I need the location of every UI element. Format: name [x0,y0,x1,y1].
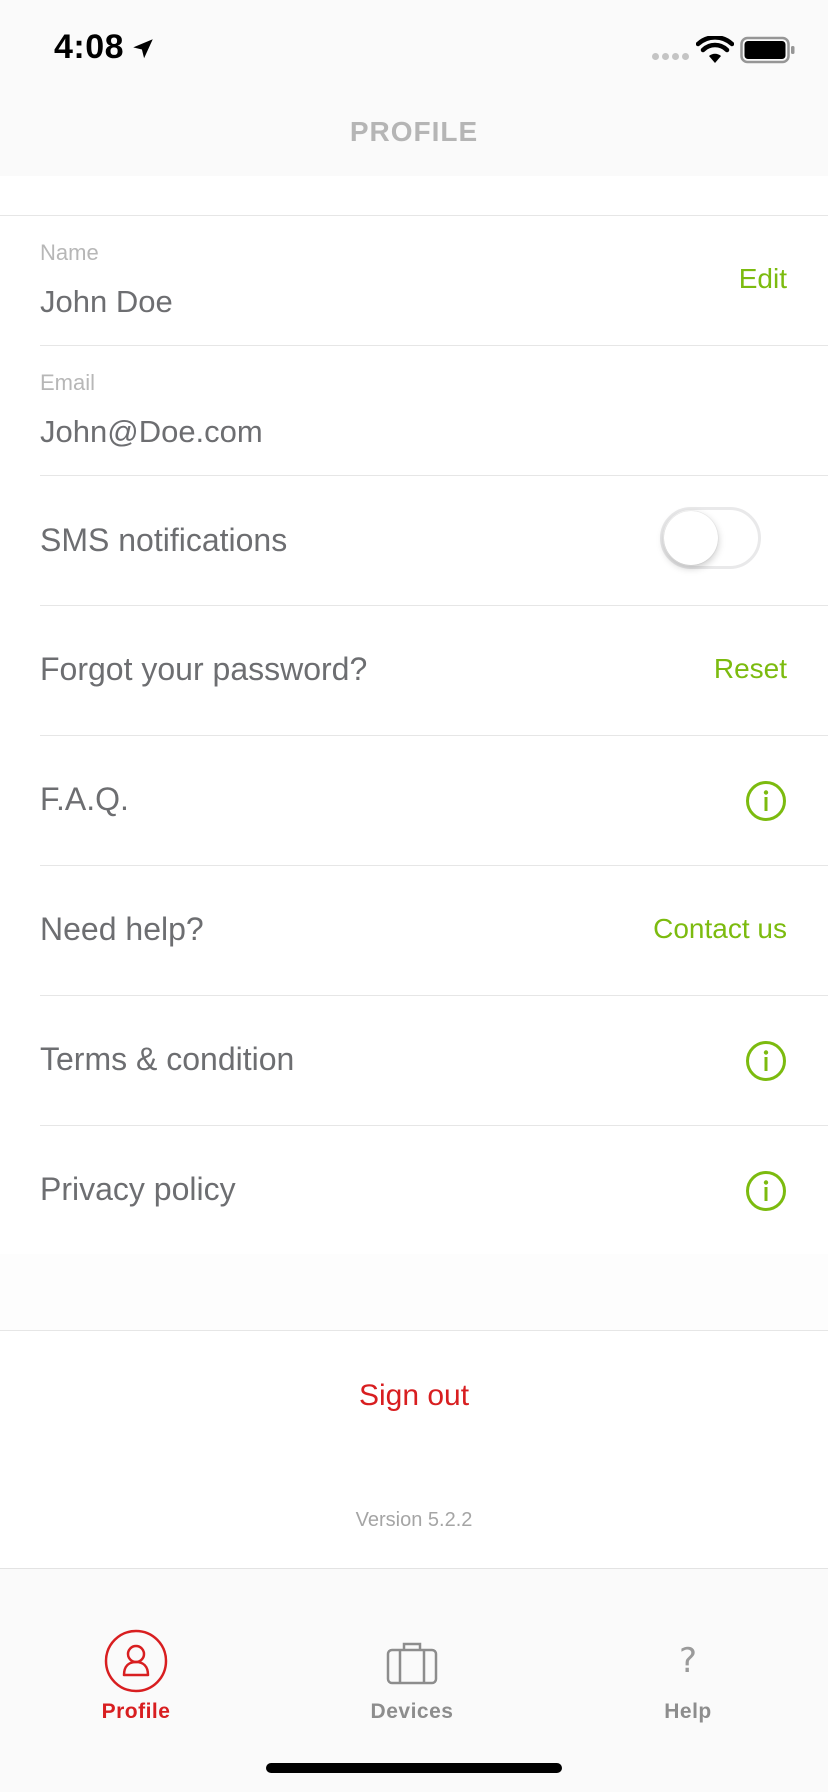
need-help-label: Need help? [40,911,204,947]
tab-profile[interactable]: Profile [46,1569,226,1723]
need-help-row: Need help? Contact us [0,866,828,996]
reset-password-button[interactable]: Reset [714,653,787,685]
contact-us-button[interactable]: Contact us [653,913,787,945]
privacy-row[interactable]: Privacy policy [0,1126,828,1256]
info-icon[interactable] [745,1040,787,1082]
name-row: Name John Doe Edit [0,216,828,346]
question-icon: ? [678,1641,698,1681]
sms-notifications-label: SMS notifications [40,522,288,558]
email-label: Email [40,370,96,395]
section-spacer [0,1254,828,1330]
user-icon [104,1629,168,1693]
sign-out-button[interactable]: Sign out [0,1379,828,1413]
sms-notifications-row: SMS notifications [0,476,828,606]
terms-row[interactable]: Terms & condition [0,996,828,1126]
home-indicator[interactable] [266,1763,562,1773]
page-title: PROFILE [349,116,479,147]
divider [0,1330,828,1331]
location-arrow-icon [133,39,153,59]
toggle-knob [664,511,718,565]
version-label: Version 5.2.2 [355,1509,473,1531]
tab-profile-label: Profile [101,1700,171,1723]
faq-label: F.A.Q. [40,781,129,817]
sms-notifications-toggle[interactable] [660,507,761,569]
password-row: Forgot your password? Reset [0,606,828,736]
tab-help-label: Help [664,1700,712,1723]
email-value: John@Doe.com [40,414,263,449]
privacy-label: Privacy policy [40,1171,236,1207]
faq-row[interactable]: F.A.Q. [0,736,828,866]
tab-devices-label: Devices [370,1700,454,1723]
info-icon[interactable] [745,780,787,822]
status-time: 4:08 [54,28,125,66]
tab-bar: Profile Devices ? Help [0,1568,828,1792]
wifi-icon [696,36,734,63]
email-row: Email John@Doe.com [0,346,828,476]
edit-button[interactable]: Edit [739,263,787,295]
info-icon[interactable] [745,1170,787,1212]
tab-devices[interactable]: Devices [322,1569,502,1723]
battery-icon [740,36,795,64]
name-label: Name [40,240,99,265]
top-bar: 4:08 PROFILE [0,0,828,176]
name-value: John Doe [40,284,173,319]
terms-label: Terms & condition [40,1041,295,1077]
forgot-password-label: Forgot your password? [40,651,368,687]
cellular-signal-icon [652,53,689,60]
suitcase-icon [386,1642,438,1685]
tab-help[interactable]: ? Help [598,1569,778,1723]
